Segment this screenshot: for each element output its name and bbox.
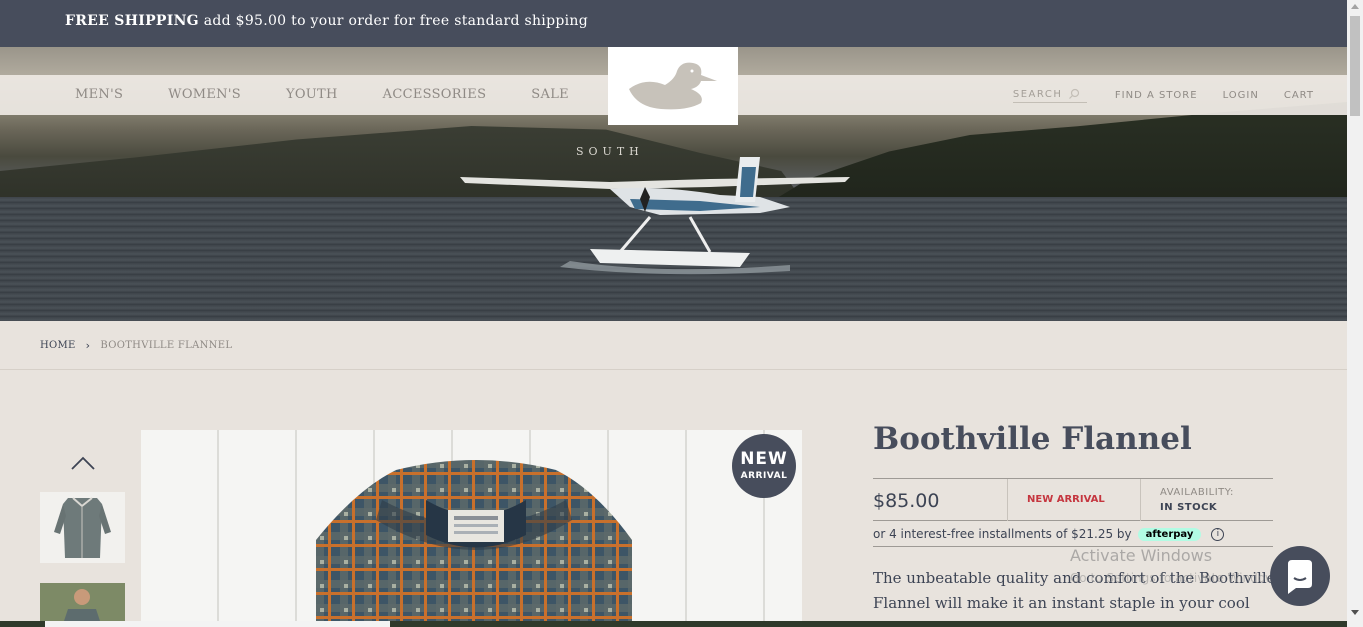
announcement-bar: FREE SHIPPING add $95.00 to your order f… [0,0,1347,47]
nav-menu: MEN'S WOMEN'S YOUTH ACCESSORIES SALE [75,87,614,102]
availability-label: AVAILABILITY: [1160,487,1234,498]
availability-value: IN STOCK [1160,502,1218,513]
product-main-image[interactable] [141,430,802,627]
brand-logo[interactable] [608,47,738,125]
afterpay-logo: afterpay [1137,527,1202,541]
divider [1140,479,1141,521]
announcement-bold: FREE SHIPPING [65,13,199,29]
duck-logo-icon [629,62,717,110]
windows-activation-title: Activate Windows [1070,546,1213,565]
new-arrival-badge: NEW ARRIVAL [732,434,796,498]
product-title: Boothville Flannel [873,421,1192,457]
nav-item-youth[interactable]: YOUTH [286,87,338,102]
windows-activation-subtitle: Go to Settings to activate Windows. [1070,571,1285,585]
breadcrumb-home[interactable]: HOME [40,340,76,351]
find-store-link[interactable]: FIND A STORE [1115,90,1198,101]
page-scrollbar[interactable] [1347,0,1363,627]
product-price: $85.00 [873,490,940,512]
installments-text: or 4 interest-free installments of $21.2… [873,527,1132,541]
breadcrumb: HOME › BOOTHVILLE FLANNEL [40,339,232,352]
scrollbar-thumb[interactable] [1350,16,1360,116]
afterpay-row: or 4 interest-free installments of $21.2… [873,527,1225,541]
nav-item-accessories[interactable]: ACCESSORIES [383,87,487,102]
announcement-detail: add $95.00 to your order for free standa… [198,13,588,29]
product-thumbnail-1[interactable] [40,492,125,563]
bottom-strip [0,621,1347,627]
divider [0,369,1347,370]
search-icon [1069,88,1080,99]
product-info-row: $85.00 NEW ARRIVAL AVAILABILITY: IN STOC… [873,478,1273,521]
search-box[interactable]: SEARCH [1012,88,1087,103]
announcement-text: FREE SHIPPING add $95.00 to your order f… [65,13,588,29]
divider [1007,479,1008,521]
scroll-down-icon[interactable] [1351,610,1359,615]
badge-line1: NEW [740,449,788,469]
login-link[interactable]: LOGIN [1223,90,1259,101]
scroll-up-icon[interactable] [1351,4,1359,9]
chat-button[interactable] [1270,546,1330,606]
badge-line2: ARRIVAL [740,471,788,481]
search-placeholder: SEARCH [1012,88,1063,100]
chevron-right-icon: › [85,339,91,352]
nav-item-mens[interactable]: MEN'S [75,87,123,102]
seaplane-image [460,157,850,275]
breadcrumb-current: BOOTHVILLE FLANNEL [100,340,233,351]
nav-utility: SEARCH FIND A STORE LOGIN CART [1012,88,1314,103]
shirt-thumbnail-image [54,497,111,558]
cart-link[interactable]: CART [1284,90,1314,101]
chat-icon [1288,560,1312,594]
chevron-up-icon[interactable] [70,455,96,471]
info-icon[interactable]: i [1211,527,1225,541]
new-arrival-tag: NEW ARRIVAL [1027,494,1105,505]
bottom-strip-segment [45,621,390,627]
nav-item-womens[interactable]: WOMEN'S [168,87,241,102]
flannel-shirt-image [316,460,632,627]
nav-item-sale[interactable]: SALE [531,87,569,102]
